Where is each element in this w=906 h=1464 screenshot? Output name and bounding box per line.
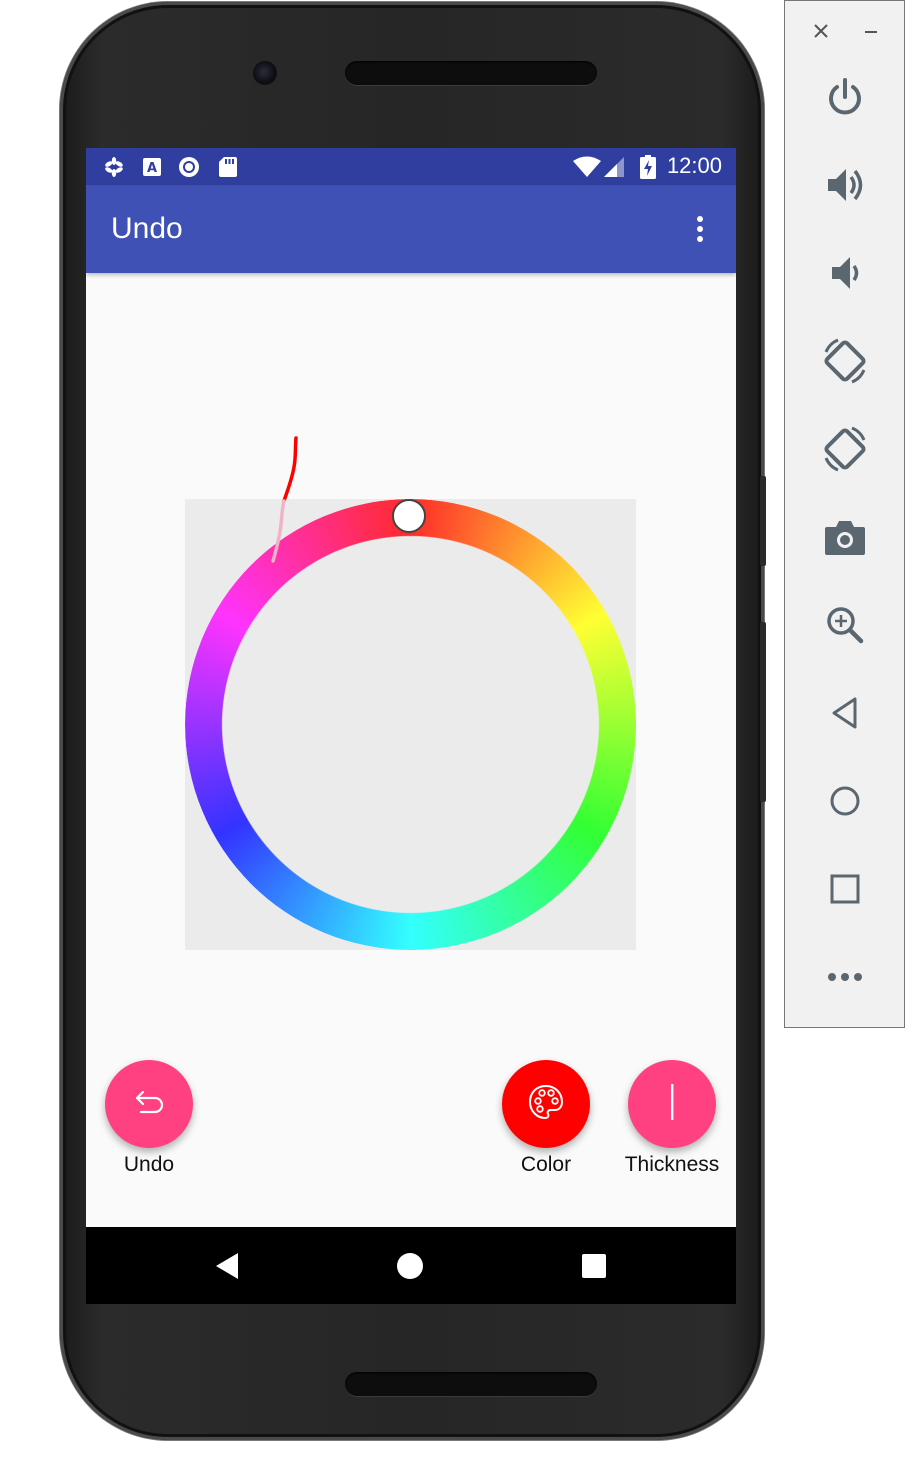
wifi-icon: [572, 155, 602, 179]
close-icon[interactable]: [807, 17, 835, 45]
more-vert-icon[interactable]: [686, 213, 714, 245]
color-label: Color: [520, 1153, 572, 1176]
more-icon[interactable]: [785, 949, 904, 1005]
battery-charging-icon: [636, 155, 660, 179]
emulator-toolbar: [784, 0, 905, 1028]
zoom-icon[interactable]: [785, 597, 904, 653]
color-picker[interactable]: [185, 499, 636, 950]
volume-down-icon[interactable]: [785, 245, 904, 301]
status-bar: A 12:00: [86, 148, 736, 185]
minimize-icon[interactable]: [857, 17, 885, 45]
bottom-speaker: [345, 1372, 597, 1396]
palette-icon: [527, 1083, 565, 1126]
back-icon[interactable]: [214, 1251, 240, 1286]
record-icon: [177, 155, 201, 179]
undo-button[interactable]: [105, 1060, 193, 1148]
recents-icon[interactable]: [581, 1253, 607, 1284]
top-speaker: [345, 61, 597, 85]
navigation-bar: [86, 1227, 736, 1304]
thickness-button[interactable]: [628, 1060, 716, 1148]
clock: 12:00: [666, 153, 722, 178]
rotate-left-icon[interactable]: [785, 333, 904, 389]
svg-text:A: A: [147, 161, 157, 176]
text-a-icon: A: [140, 155, 164, 179]
volume-up-icon[interactable]: [785, 157, 904, 213]
side-button-power: [760, 476, 766, 566]
pinwheel-icon: [102, 155, 126, 179]
camera-icon[interactable]: [785, 509, 904, 565]
power-icon[interactable]: [785, 69, 904, 125]
app-bar: Undo: [86, 185, 736, 273]
drawn-stroke: [271, 436, 298, 563]
rotate-right-icon[interactable]: [785, 421, 904, 477]
side-button-volume: [760, 622, 766, 802]
page-title: Undo: [111, 212, 183, 245]
undo-label: Undo: [123, 1153, 175, 1176]
sd-card-icon: [216, 155, 240, 179]
home-icon[interactable]: [396, 1252, 424, 1285]
thickness-label: Thickness: [624, 1153, 720, 1176]
cell-signal-icon: [602, 155, 626, 179]
hue-ring[interactable]: [185, 499, 636, 950]
home-icon[interactable]: [785, 773, 904, 829]
color-button[interactable]: [502, 1060, 590, 1148]
thickness-icon: [667, 1082, 677, 1127]
device-screen: A 12:00 Undo Undo Color Thickness: [86, 148, 736, 1304]
back-icon[interactable]: [785, 685, 904, 741]
hue-handle[interactable]: [392, 499, 426, 533]
overview-icon[interactable]: [785, 861, 904, 917]
undo-icon: [132, 1087, 166, 1122]
front-camera: [253, 61, 277, 85]
